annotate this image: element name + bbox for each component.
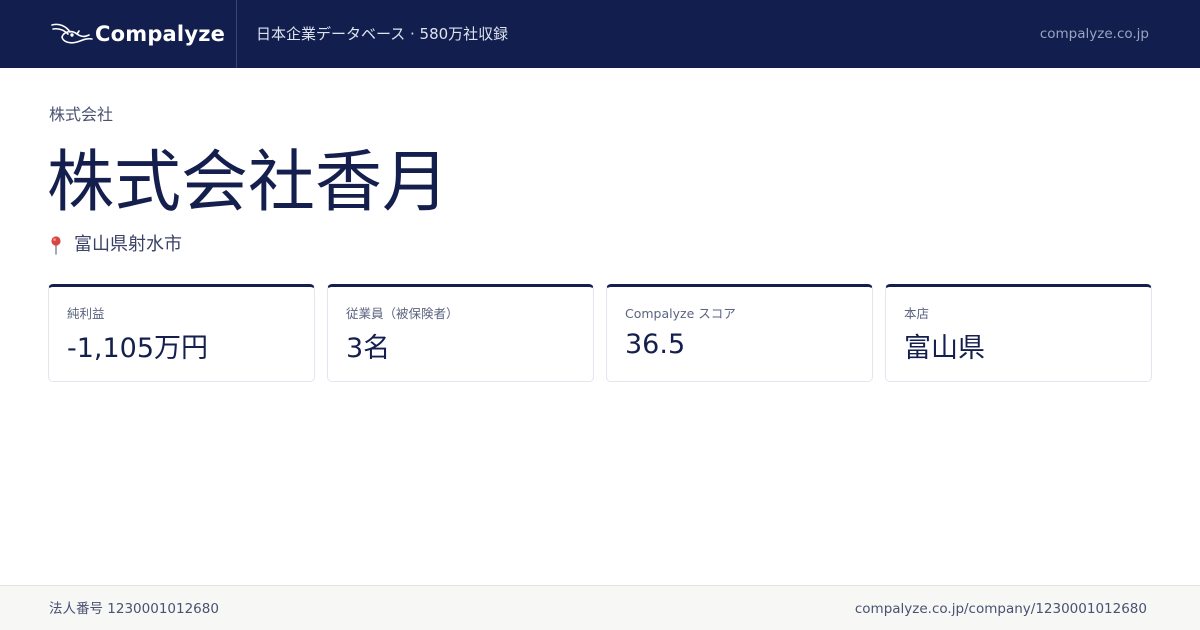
location-text: 富山県射水市 <box>74 234 182 255</box>
brand-name: Compalyze <box>95 22 226 46</box>
company-type-label: 株式会社 <box>49 105 114 124</box>
metric-label: 純利益 <box>67 306 105 321</box>
metric-value: -1,105万円 <box>67 333 209 364</box>
site-footer: 法人番号 1230001012680 compalyze.co.jp/compa… <box>0 585 1200 630</box>
company-location: 富山県射水市 <box>49 233 182 257</box>
header-domain-link[interactable]: compalyze.co.jp <box>1040 25 1149 43</box>
metric-value: 3名 <box>346 333 391 364</box>
brand-logo[interactable]: Compalyze <box>50 18 225 50</box>
header-tagline: 日本企業データベース · 580万社収録 <box>256 25 509 43</box>
metric-label: 従業員（被保険者） <box>346 306 459 321</box>
company-name: 株式会社香月 <box>47 143 449 221</box>
site-header: Compalyze 日本企業データベース · 580万社収録 compalyze… <box>0 0 1200 68</box>
metric-value: 富山県 <box>904 333 985 364</box>
corporate-number: 法人番号 1230001012680 <box>49 601 219 617</box>
metric-card-employees: 従業員（被保険者） 3名 <box>327 284 594 382</box>
metric-value: 36.5 <box>625 329 686 360</box>
metric-card-net-income: 純利益 -1,105万円 <box>48 284 315 382</box>
metric-card-head-office: 本店 富山県 <box>885 284 1152 382</box>
metric-label: Compalyze スコア <box>625 306 736 321</box>
metric-card-score: Compalyze スコア 36.5 <box>606 284 873 382</box>
bird-icon <box>51 23 93 44</box>
company-page-url[interactable]: compalyze.co.jp/company/1230001012680 <box>855 600 1147 618</box>
metric-label: 本店 <box>904 306 930 321</box>
header-divider <box>236 0 237 68</box>
map-pin-icon <box>51 236 61 255</box>
